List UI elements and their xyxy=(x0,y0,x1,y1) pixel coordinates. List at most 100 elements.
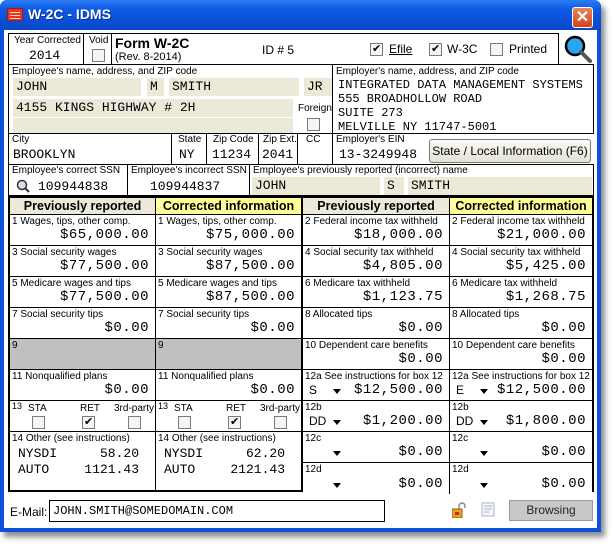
title-bar[interactable]: W-2C - IDMS ✕ xyxy=(0,0,601,30)
corr-amount[interactable]: $75,000.00 xyxy=(206,227,295,243)
notes-icon[interactable] xyxy=(481,502,495,518)
zip-ext-value[interactable]: 2041 xyxy=(262,147,293,162)
prev-first-name[interactable]: JOHN xyxy=(252,177,380,195)
chevron-down-icon[interactable] xyxy=(333,420,341,425)
w2c-window: W-2C - IDMS ✕ Year Corrected 2014 Void F… xyxy=(0,0,601,532)
box14-code[interactable]: NYSDI xyxy=(18,446,57,461)
incorrect-ssn-value[interactable]: 109944837 xyxy=(150,179,220,194)
chevron-down-icon[interactable] xyxy=(480,451,488,456)
employer-line-2[interactable]: 555 BROADHOLLOW ROAD xyxy=(338,92,482,106)
box14-code[interactable]: NYSDI xyxy=(164,446,203,461)
w3c-checkbox[interactable] xyxy=(429,42,442,56)
corr-amount[interactable]: $0.00 xyxy=(541,351,586,367)
prev-last-name[interactable]: SMITH xyxy=(408,177,592,195)
employer-line-3[interactable]: SUITE 273 xyxy=(338,106,403,120)
incorrect-ssn-box: Employee's incorrect SSN 109944837 xyxy=(127,164,250,196)
box14-amount[interactable]: 58.20 xyxy=(100,446,139,461)
cc-box: CC xyxy=(297,133,333,165)
state-value[interactable]: NY xyxy=(179,147,195,162)
void-checkbox[interactable] xyxy=(92,49,105,62)
employer-line-1[interactable]: INTEGRATED DATA MANAGEMENT SYSTEMS xyxy=(338,78,583,92)
ein-value[interactable]: 13-3249948 xyxy=(339,147,417,162)
correct-ssn-value[interactable]: 109944838 xyxy=(38,179,108,194)
box12-amount[interactable]: $12,500.00 xyxy=(497,382,586,398)
box-corr-row: 1 Wages, tips, other comp. $75,000.00 xyxy=(156,215,303,246)
corr-amount[interactable]: $87,500.00 xyxy=(206,258,295,274)
city-value[interactable]: BROOKLYN xyxy=(13,147,75,162)
box12-amount[interactable]: $1,200.00 xyxy=(363,413,443,429)
box13-ret-checkbox[interactable] xyxy=(82,415,95,429)
box14-amount[interactable]: 2121.43 xyxy=(230,462,285,477)
close-button[interactable]: ✕ xyxy=(572,7,593,28)
box13-sta-checkbox[interactable] xyxy=(178,416,191,429)
state-local-info-button[interactable]: State / Local Information (F6) xyxy=(429,139,591,163)
employee-address-line1[interactable]: 4155 KINGS HIGHWAY # 2H xyxy=(13,99,293,117)
box13-third-checkbox[interactable] xyxy=(274,416,287,429)
box13-third-checkbox[interactable] xyxy=(128,416,141,429)
prev-amount[interactable]: $77,500.00 xyxy=(60,289,149,305)
prev-amount[interactable]: $77,500.00 xyxy=(60,258,149,274)
corr-amount[interactable]: $87,500.00 xyxy=(206,289,295,305)
incorrect-ssn-label: Employee's incorrect SSN xyxy=(131,165,247,176)
box-prev-row: 3 Social security wages $77,500.00 xyxy=(10,246,156,277)
corr-amount[interactable]: $1,268.75 xyxy=(506,289,586,305)
employer-line-4[interactable]: MELVILLE NY 11747-5001 xyxy=(338,120,496,134)
box-corr-row: 4 Social security tax withheld $5,425.00 xyxy=(450,246,592,277)
prev-amount[interactable]: $0.00 xyxy=(104,320,149,336)
employee-middle-initial[interactable]: M xyxy=(147,78,164,96)
year-corrected-value[interactable]: 2014 xyxy=(29,48,60,63)
prev-amount[interactable]: $0.00 xyxy=(104,382,149,398)
correct-ssn-box: Employee's correct SSN 109944838 xyxy=(8,164,128,196)
employee-first-name[interactable]: JOHN xyxy=(13,78,141,96)
box14-amount[interactable]: 62.20 xyxy=(246,446,285,461)
prev-amount[interactable]: $0.00 xyxy=(398,320,443,336)
box12-amount[interactable]: $0.00 xyxy=(541,476,586,492)
box12-code-select[interactable]: S xyxy=(309,383,317,397)
chevron-down-icon[interactable] xyxy=(333,483,341,488)
box12-amount[interactable]: $0.00 xyxy=(541,444,586,460)
box12-amount[interactable]: $12,500.00 xyxy=(354,382,443,398)
box12-code-select[interactable]: E xyxy=(456,383,464,397)
chevron-down-icon[interactable] xyxy=(480,420,488,425)
box12-amount[interactable]: $0.00 xyxy=(398,444,443,460)
chevron-down-icon[interactable] xyxy=(333,451,341,456)
wage-grid: Previously reported Corrected informatio… xyxy=(8,196,594,494)
corr-amount[interactable]: $0.00 xyxy=(541,320,586,336)
employee-suffix[interactable]: JR xyxy=(304,78,332,96)
corr-amount[interactable]: $0.00 xyxy=(250,320,295,336)
box14-amount[interactable]: 1121.43 xyxy=(84,462,139,477)
chevron-down-icon[interactable] xyxy=(333,389,341,394)
email-input[interactable]: JOHN.SMITH@SOMEDOMAIN.COM xyxy=(49,500,385,522)
box-label: 12d xyxy=(452,464,469,475)
prev-amount[interactable]: $65,000.00 xyxy=(60,227,149,243)
prev-amount[interactable]: $18,000.00 xyxy=(354,227,443,243)
employee-address-line2[interactable] xyxy=(13,118,293,133)
corr-amount[interactable]: $21,000.00 xyxy=(497,227,586,243)
lookup-icon[interactable] xyxy=(16,179,30,193)
box-label: 12c xyxy=(452,433,469,444)
printed-checkbox[interactable] xyxy=(490,43,503,56)
box14-code[interactable]: AUTO xyxy=(164,462,195,477)
zip-value[interactable]: 11234 xyxy=(212,147,251,162)
prev-amount[interactable]: $0.00 xyxy=(398,351,443,367)
efile-checkbox[interactable] xyxy=(370,42,383,56)
chevron-down-icon[interactable] xyxy=(480,389,488,394)
box12-code-select[interactable]: DD xyxy=(309,414,326,428)
browsing-mode-button[interactable]: Browsing xyxy=(509,500,593,521)
foreign-checkbox[interactable] xyxy=(307,118,320,131)
box13-ret-checkbox[interactable] xyxy=(228,415,241,429)
employee-last-name[interactable]: SMITH xyxy=(169,78,299,96)
box12-amount[interactable]: $1,800.00 xyxy=(506,413,586,429)
box14-code[interactable]: AUTO xyxy=(18,462,49,477)
unlock-icon[interactable] xyxy=(452,502,466,518)
search-icon[interactable] xyxy=(562,33,594,65)
prev-middle-initial[interactable]: S xyxy=(384,177,404,195)
box12-code-select[interactable]: DD xyxy=(456,414,473,428)
prev-amount[interactable]: $4,805.00 xyxy=(363,258,443,274)
box13-sta-checkbox[interactable] xyxy=(32,416,45,429)
corr-amount[interactable]: $0.00 xyxy=(250,382,295,398)
box12-amount[interactable]: $0.00 xyxy=(398,476,443,492)
prev-amount[interactable]: $1,123.75 xyxy=(363,289,443,305)
corr-amount[interactable]: $5,425.00 xyxy=(506,258,586,274)
chevron-down-icon[interactable] xyxy=(480,483,488,488)
